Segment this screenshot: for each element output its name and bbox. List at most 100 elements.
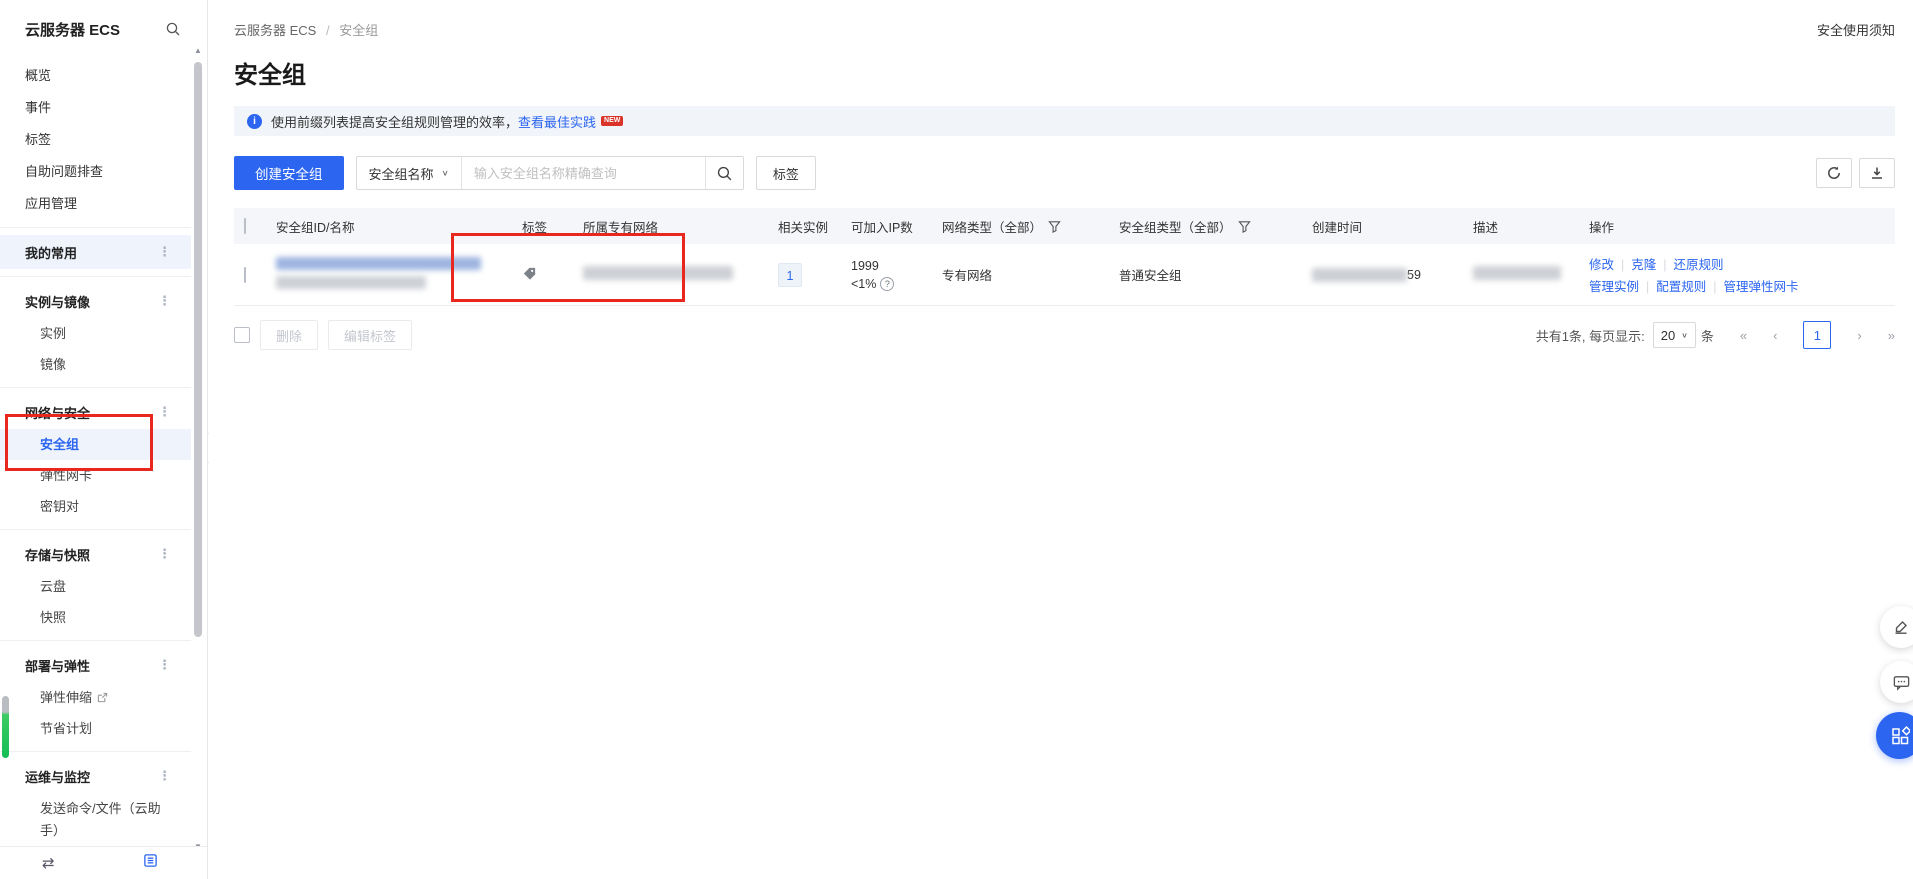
info-banner: i 使用前缀列表提高安全组规则管理的效率， 查看最佳实践 NEW: [234, 106, 1895, 136]
search-field-select[interactable]: 安全组名称 ∨: [357, 157, 462, 189]
scroll-progress-indicator: [2, 696, 9, 758]
help-icon[interactable]: ?: [880, 277, 894, 291]
best-practice-link[interactable]: 查看最佳实践: [518, 112, 596, 131]
ip-quota-value: 1999: [851, 259, 942, 273]
header-checkbox-cell: [234, 219, 276, 233]
search-icon: [716, 165, 733, 182]
search-icon[interactable]: [165, 21, 181, 37]
sidebar-item-overview[interactable]: 概览: [0, 60, 191, 92]
security-notice-link[interactable]: 安全使用须知: [1817, 20, 1895, 39]
kebab-menu-icon[interactable]: ⋮: [150, 293, 179, 309]
list-footer: 删除 编辑标签 共有1条, 每页显示: 20 ∨ 条 « ‹ 1 › »: [234, 320, 1895, 350]
sidebar-group-label: 运维与监控: [25, 767, 90, 786]
edit-tags-button[interactable]: 编辑标签: [328, 320, 412, 350]
sidebar-item-eni[interactable]: 弹性网卡: [0, 460, 191, 491]
instance-count-badge[interactable]: 1: [778, 263, 802, 287]
row-sg-type-cell: 普通安全组: [1119, 265, 1312, 284]
sidebar-item-instance[interactable]: 实例: [0, 318, 191, 349]
header-instances: 相关实例: [778, 217, 851, 236]
breadcrumb-separator: /: [326, 23, 330, 38]
kebab-menu-icon[interactable]: ⋮: [150, 244, 179, 260]
page-size-select[interactable]: 20 ∨: [1653, 322, 1696, 348]
pagination: 共有1条, 每页显示: 20 ∨ 条 « ‹ 1 › »: [1536, 321, 1895, 349]
sidebar-item-savings-plan[interactable]: 节省计划: [0, 713, 191, 744]
search-input[interactable]: [462, 157, 705, 189]
filter-icon[interactable]: [1048, 220, 1061, 233]
breadcrumb-root[interactable]: 云服务器 ECS: [234, 23, 316, 38]
redacted-text-blob: [276, 276, 426, 289]
page-title: 安全组: [234, 55, 1895, 90]
search-button[interactable]: [705, 157, 743, 189]
table-header: 安全组ID/名称 标签 所属专有网络 相关实例 可加入IP数 网络类型（全部） …: [234, 208, 1895, 244]
action-manage-eni[interactable]: 管理弹性网卡: [1724, 280, 1799, 294]
header-label: 安全组类型（全部）: [1119, 217, 1232, 236]
sidebar-item-events[interactable]: 事件: [0, 92, 191, 124]
sidebar-group-deploy-elastic[interactable]: 部署与弹性 ⋮: [0, 648, 191, 682]
last-page-button[interactable]: »: [1888, 328, 1895, 343]
actions-line-1: 修改|克隆|还原规则: [1589, 254, 1895, 273]
create-security-group-button[interactable]: 创建安全组: [234, 156, 344, 190]
action-clone[interactable]: 克隆: [1631, 258, 1656, 272]
scroll-up-icon[interactable]: ▲: [192, 46, 204, 55]
sidebar-item-app-mgmt[interactable]: 应用管理: [0, 188, 191, 220]
row-instances-cell: 1: [778, 263, 851, 287]
sidebar-group-ops-monitor[interactable]: 运维与监控 ⋮: [0, 759, 191, 793]
sidebar-divider: [0, 640, 191, 641]
sidebar-item-disk[interactable]: 云盘: [0, 571, 191, 602]
download-button[interactable]: [1859, 158, 1895, 188]
sidebar-group-favorites[interactable]: 我的常用 ⋮: [0, 235, 191, 269]
sidebar: 云服务器 ECS 概览 事件 标签 自助问题排查 应用管理 我的常用 ⋮ 实例与…: [0, 0, 208, 879]
info-icon: i: [247, 114, 262, 129]
kebab-menu-icon[interactable]: ⋮: [150, 404, 179, 420]
sidebar-item-keypair[interactable]: 密钥对: [0, 491, 191, 522]
action-restore-rules[interactable]: 还原规则: [1674, 258, 1724, 272]
scrollbar-thumb[interactable]: [194, 62, 202, 637]
row-desc-cell: [1473, 266, 1589, 283]
row-created-cell: 59: [1312, 268, 1473, 282]
sidebar-item-autoscaling[interactable]: 弹性伸缩: [0, 682, 191, 713]
select-all-checkbox[interactable]: [244, 218, 246, 234]
action-manage-instances[interactable]: 管理实例: [1589, 280, 1639, 294]
redacted-sg-id: [276, 257, 522, 273]
kebab-menu-icon[interactable]: ⋮: [150, 546, 179, 562]
row-id-name[interactable]: [276, 254, 522, 295]
sidebar-group-network-security[interactable]: 网络与安全 ⋮: [0, 395, 191, 429]
row-net-type-cell: 专有网络: [942, 265, 1119, 284]
sidebar-group-label: 实例与镜像: [25, 292, 90, 311]
footer-select-all-checkbox[interactable]: [234, 327, 250, 343]
sidebar-item-tags[interactable]: 标签: [0, 124, 191, 156]
filter-icon[interactable]: [1238, 220, 1251, 233]
sidebar-group-storage-snapshot[interactable]: 存储与快照 ⋮: [0, 537, 191, 571]
page-size-value: 20: [1661, 328, 1675, 343]
doc-list-icon[interactable]: [143, 853, 158, 873]
row-vpc-cell[interactable]: [583, 266, 778, 283]
row-checkbox[interactable]: [244, 267, 246, 283]
sidebar-title: 云服务器 ECS: [25, 19, 120, 40]
refresh-button[interactable]: [1816, 158, 1852, 188]
header-net-type: 网络类型（全部）: [942, 217, 1119, 236]
switch-version-icon[interactable]: ⇄: [42, 854, 55, 872]
sidebar-item-image[interactable]: 镜像: [0, 349, 191, 380]
kebab-menu-icon[interactable]: ⋮: [150, 657, 179, 673]
sidebar-group-label: 我的常用: [25, 243, 77, 262]
first-page-button[interactable]: «: [1740, 328, 1747, 343]
tag-icon[interactable]: [522, 266, 537, 281]
batch-actions: 删除 编辑标签: [234, 320, 412, 350]
sidebar-scrollbar[interactable]: ▲ ▼: [192, 46, 204, 851]
action-modify[interactable]: 修改: [1589, 258, 1614, 272]
external-link-icon: [97, 683, 108, 714]
kebab-menu-icon[interactable]: ⋮: [150, 768, 179, 784]
sidebar-item-self-check[interactable]: 自助问题排查: [0, 156, 191, 188]
sidebar-group-instance-image[interactable]: 实例与镜像 ⋮: [0, 284, 191, 318]
header-ip-quota: 可加入IP数: [851, 217, 942, 236]
current-page-button[interactable]: 1: [1803, 321, 1831, 349]
sidebar-item-send-command[interactable]: 发送命令/文件（云助 手）: [0, 793, 191, 842]
sidebar-item-security-group[interactable]: 安全组: [0, 429, 191, 460]
breadcrumb: 云服务器 ECS / 安全组: [234, 20, 378, 39]
action-configure-rules[interactable]: 配置规则: [1656, 280, 1706, 294]
tag-filter-button[interactable]: 标签: [756, 156, 816, 190]
delete-button[interactable]: 删除: [260, 320, 318, 350]
next-page-button[interactable]: ›: [1857, 328, 1861, 343]
sidebar-item-snapshot[interactable]: 快照: [0, 602, 191, 633]
prev-page-button[interactable]: ‹: [1773, 328, 1777, 343]
